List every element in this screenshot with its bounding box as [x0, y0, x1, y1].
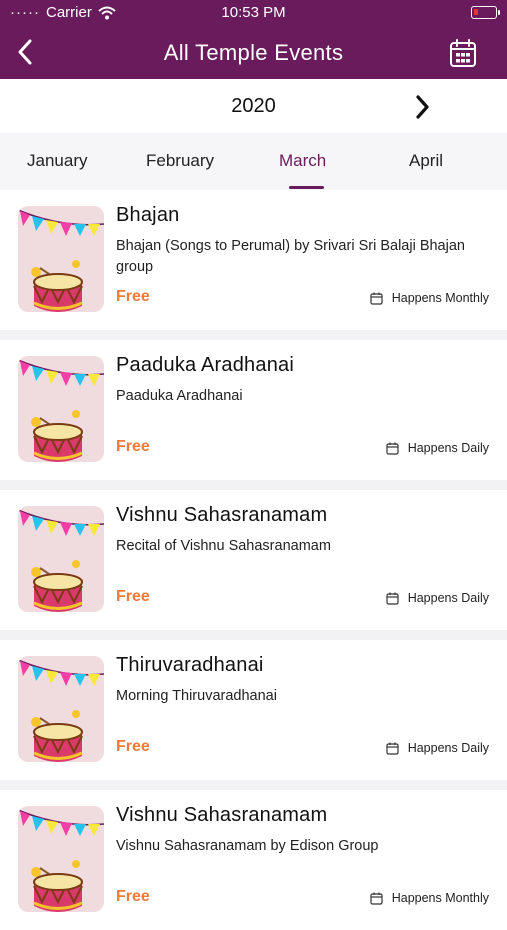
event-card[interactable]: Paaduka Aradhanai Paaduka Aradhanai Free Ha… [0, 340, 507, 480]
calendar-icon [386, 592, 399, 605]
event-card[interactable]: Vishnu Sahasranamam Recital of Vishnu Sah… [0, 490, 507, 630]
event-thumbnail [18, 506, 104, 612]
event-title: Bhajan [116, 204, 180, 226]
status-bar: ····· Carrier 10:53 PM [0, 0, 507, 26]
event-description: Bhajan (Songs to Perumal) by Srivari Sri… [116, 238, 465, 275]
event-frequency-label: Happens Daily [407, 591, 489, 605]
calendar-icon [370, 892, 383, 905]
event-card[interactable]: Vishnu Sahasranamam Vishnu Sahasranamam b… [0, 790, 507, 930]
tab-march[interactable]: March [279, 151, 326, 171]
app-header: ····· Carrier 10:53 PM All Temple Events [0, 0, 507, 79]
event-description: Morning Thiruvaradhanai [116, 688, 277, 704]
month-tabs: January February March April [0, 133, 507, 190]
event-frequency: Happens Monthly [370, 291, 489, 305]
event-thumbnail [18, 206, 104, 312]
active-tab-indicator [289, 186, 324, 189]
event-thumbnail [18, 806, 104, 912]
event-price: Free [116, 738, 150, 755]
event-title: Paaduka Aradhanai [116, 354, 294, 376]
event-title: Vishnu Sahasranamam [116, 804, 328, 826]
tab-january[interactable]: January [27, 151, 87, 171]
battery-icon [471, 6, 500, 19]
event-description: Paaduka Aradhanai [116, 388, 243, 404]
event-frequency-label: Happens Monthly [391, 291, 489, 305]
calendar-icon [386, 742, 399, 755]
page-title: All Temple Events [163, 40, 344, 65]
event-frequency: Happens Daily [386, 591, 489, 605]
event-price: Free [116, 288, 150, 305]
event-title: Thiruvaradhanai [116, 654, 264, 676]
event-price: Free [116, 438, 150, 455]
event-description: Recital of Vishnu Sahasranamam [116, 538, 331, 554]
chevron-right-icon [416, 95, 429, 119]
event-frequency: Happens Monthly [370, 891, 489, 905]
event-price: Free [116, 888, 150, 905]
event-frequency: Happens Daily [386, 741, 489, 755]
year-selector: 2020 [0, 79, 507, 133]
event-card[interactable]: Thiruvaradhanai Morning Thiruvaradhanai Fr… [0, 640, 507, 780]
event-frequency-label: Happens Daily [407, 741, 489, 755]
next-year-button[interactable] [410, 93, 434, 121]
event-title: Vishnu Sahasranamam [116, 504, 328, 526]
event-thumbnail [18, 356, 104, 462]
tab-february[interactable]: February [146, 151, 214, 171]
event-card[interactable]: Bhajan Bhajan (Songs to Perumal) by Sriva… [0, 190, 507, 330]
event-frequency: Happens Daily [386, 441, 489, 455]
calendar-icon [386, 442, 399, 455]
event-price: Free [116, 588, 150, 605]
event-description: Vishnu Sahasranamam by Edison Group [116, 838, 379, 854]
tab-april[interactable]: April [409, 151, 443, 171]
event-frequency-label: Happens Monthly [391, 891, 489, 905]
event-frequency-label: Happens Daily [407, 441, 489, 455]
calendar-icon [370, 292, 383, 305]
calendar-button[interactable] [449, 38, 477, 68]
event-thumbnail [18, 656, 104, 762]
status-time: 10:53 PM [221, 4, 286, 21]
